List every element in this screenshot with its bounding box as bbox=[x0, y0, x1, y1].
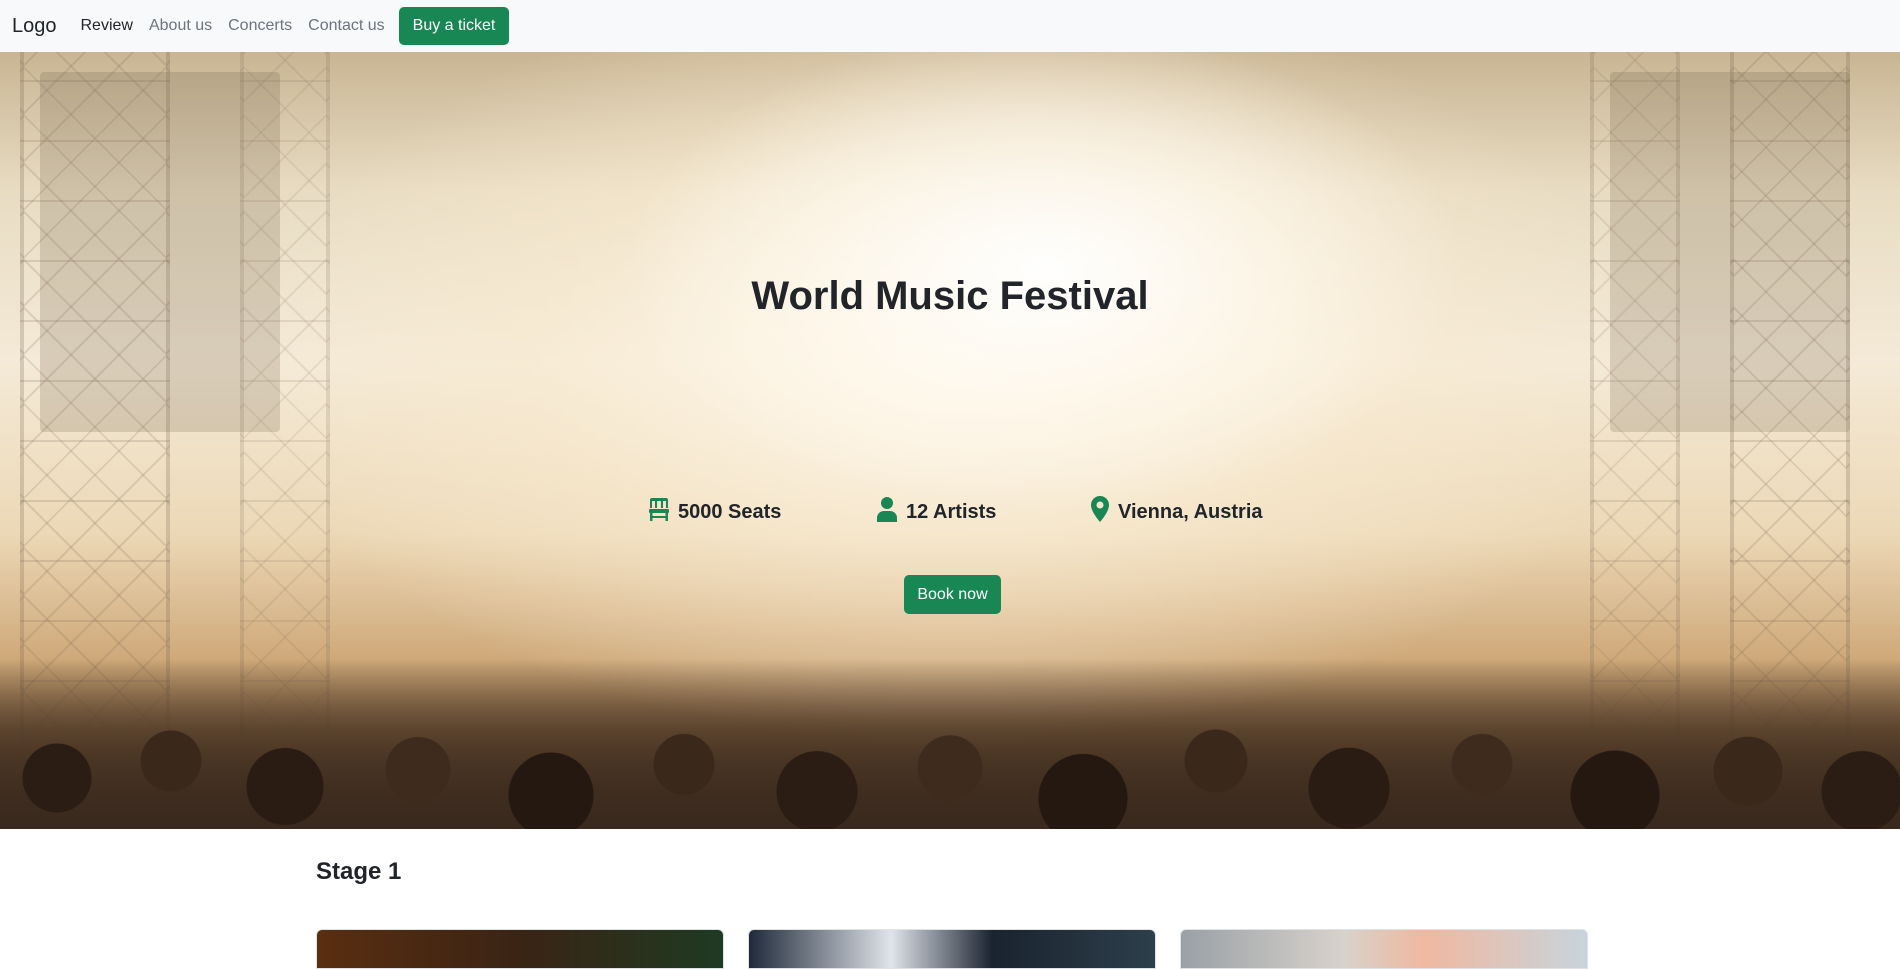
nav-link-contact-us[interactable]: Contact us bbox=[308, 18, 384, 34]
hero-title: World Music Festival bbox=[751, 274, 1149, 318]
crowd-silhouette bbox=[0, 659, 1900, 829]
stage-truss-left-inner bbox=[240, 52, 330, 742]
hero-stats: 5000 Seats 12 Artists Vienna, Austria bbox=[0, 496, 1900, 526]
stat-location-label: Vienna, Austria bbox=[1118, 500, 1263, 523]
book-now-button[interactable]: Book now bbox=[904, 575, 1001, 614]
stat-seats: 5000 Seats bbox=[648, 496, 781, 528]
stage-truss-right-inner bbox=[1590, 52, 1680, 742]
chair-icon bbox=[648, 496, 678, 528]
top-navbar: Logo Review About us Concerts Contact us… bbox=[0, 0, 1900, 52]
stat-artists-label: 12 Artists bbox=[906, 500, 997, 523]
stage-truss-right bbox=[1730, 52, 1850, 742]
concert-card[interactable] bbox=[316, 929, 724, 969]
person-icon bbox=[876, 496, 906, 528]
concert-card[interactable] bbox=[748, 929, 1156, 969]
brand-logo[interactable]: Logo bbox=[12, 16, 57, 36]
stat-artists: 12 Artists bbox=[876, 496, 996, 528]
nav-link-review[interactable]: Review bbox=[81, 18, 133, 34]
stage-title: Stage 1 bbox=[316, 858, 402, 885]
concert-card[interactable] bbox=[1180, 929, 1588, 969]
map-pin-icon bbox=[1090, 496, 1118, 528]
stat-location: Vienna, Austria bbox=[1090, 496, 1263, 528]
hero-banner: World Music Festival 5000 Seats 12 Artis… bbox=[0, 52, 1900, 829]
buy-ticket-button[interactable]: Buy a ticket bbox=[398, 7, 510, 45]
nav-link-about-us[interactable]: About us bbox=[149, 18, 212, 34]
nav-link-concerts[interactable]: Concerts bbox=[228, 18, 292, 34]
stage-truss-left bbox=[20, 52, 170, 742]
stat-seats-label: 5000 Seats bbox=[678, 500, 782, 523]
